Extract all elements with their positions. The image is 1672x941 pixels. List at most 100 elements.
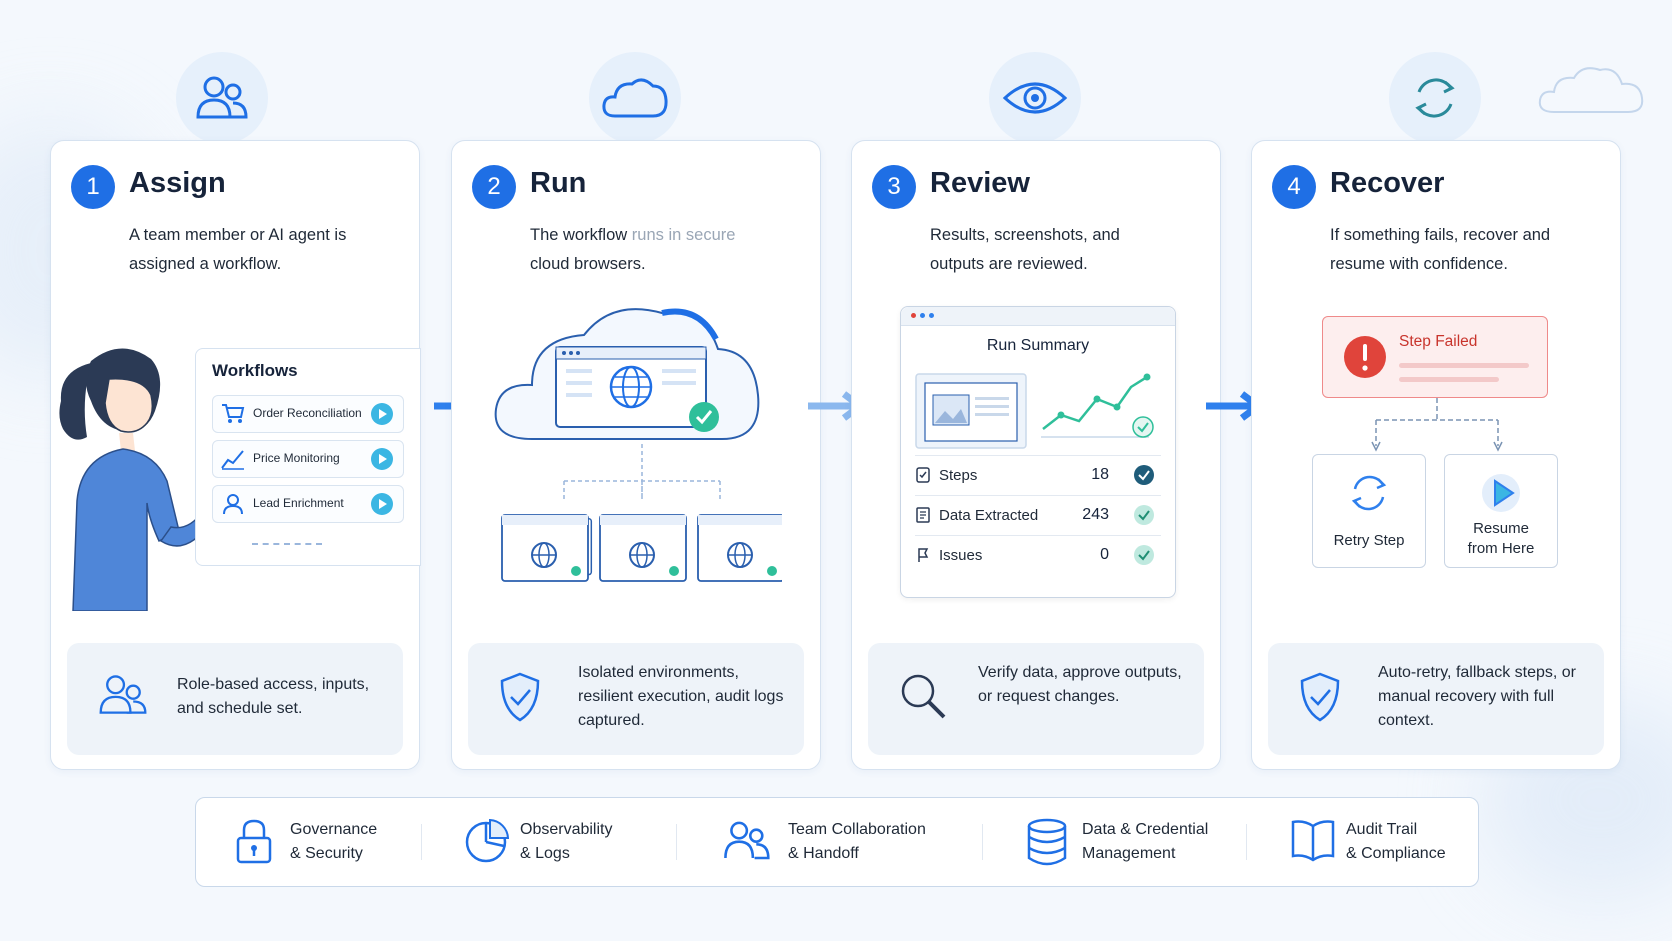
play-icon[interactable]: [371, 403, 393, 425]
step-title: Assign: [129, 167, 226, 199]
workflow-item-label: Lead Enrichment: [253, 496, 344, 510]
play-icon[interactable]: [371, 493, 393, 515]
users-icon: [724, 821, 770, 860]
step-number-badge: 2: [472, 165, 516, 209]
users-icon: [99, 675, 147, 714]
book-icon: [1291, 820, 1335, 862]
feature-label: Audit Trail & Compliance: [1346, 821, 1446, 862]
shield-check-icon: [500, 672, 540, 722]
step-description: A team member or AI agent is assigned a …: [129, 226, 347, 273]
workflows-panel: Workflows Order Reconciliation Price Mon…: [195, 348, 421, 566]
pie-chart-icon: [465, 818, 510, 863]
step-description: If something fails, recover and resume w…: [1330, 226, 1551, 273]
workflow-item-order-reconciliation[interactable]: Order Reconciliation: [212, 395, 404, 433]
step-footer: Role-based access, inputs, and schedule …: [67, 643, 403, 755]
lock-icon: [236, 819, 272, 864]
divider: [421, 824, 422, 860]
cloud-browser-illustration: [494, 308, 782, 582]
step-footer: Verify data, approve outputs, or request…: [868, 643, 1204, 755]
window-titlebar: [901, 307, 1175, 326]
step-footer-text: Isolated environments, resilient executi…: [578, 664, 784, 729]
trend-chart-icon: [1041, 373, 1154, 438]
step-3-header-icon: [989, 52, 1081, 144]
feature-bar: Governance & Security Observability & Logs…: [195, 797, 1479, 887]
step-1-header-icon: [176, 52, 268, 144]
branch-connector: [1371, 398, 1503, 452]
step-number-badge: 3: [872, 165, 916, 209]
checklist-icon: [916, 467, 930, 483]
step-description: The workflow runs in secure cloud browse…: [530, 226, 736, 273]
step-footer-text: Auto-retry, fallback steps, or manual re…: [1378, 664, 1576, 729]
feature-label: Team Collaboration & Handoff: [788, 821, 926, 862]
summary-row-value: 18: [1091, 466, 1109, 483]
step-card-review: 3 Review Results, screenshots, and outpu…: [851, 140, 1221, 770]
step-description: Results, screenshots, and outputs are re…: [930, 226, 1120, 273]
run-summary-title: Run Summary: [986, 337, 1090, 354]
placeholder-line: [1399, 363, 1529, 368]
cloud-icon: [602, 78, 668, 118]
summary-row-label: Issues: [939, 547, 983, 564]
retry-step-label: Retry Step: [1333, 532, 1405, 549]
resume-label: Resume from Here: [1467, 520, 1535, 557]
summary-row-value: 243: [1082, 506, 1109, 523]
document-icon: [916, 507, 930, 523]
step-4-header-icon: [1389, 52, 1481, 144]
database-icon: [1027, 818, 1067, 866]
cloud-icon: [1538, 67, 1644, 113]
retry-step-button[interactable]: Retry Step: [1312, 454, 1426, 568]
feature-label: Data & Credential Management: [1082, 821, 1209, 862]
workflow-item-label: Price Monitoring: [253, 451, 340, 465]
step-failed-label: Step Failed: [1399, 333, 1478, 350]
divider: [982, 824, 983, 860]
run-summary-window: Run Summary Steps 18 Data Extracted 243: [900, 306, 1176, 598]
placeholder-line: [1399, 377, 1499, 382]
screenshot-thumbnail: [915, 373, 1027, 449]
step-2-header-icon: [589, 52, 681, 144]
magnifier-icon: [901, 674, 946, 719]
summary-row-data-extracted: Data Extracted 243: [915, 495, 1161, 536]
error-icon: [1344, 336, 1386, 378]
divider: [1246, 824, 1247, 860]
summary-row-value: 0: [1100, 546, 1109, 563]
step-failed-alert: Step Failed: [1322, 316, 1548, 398]
shield-check-icon: [1300, 672, 1340, 722]
workflow-item-label: Order Reconciliation: [253, 406, 362, 420]
workflow-item-price-monitoring[interactable]: Price Monitoring: [212, 440, 404, 478]
step-title: Recover: [1330, 167, 1445, 199]
resume-from-here-button[interactable]: Resume from Here: [1444, 454, 1558, 568]
workflows-title: Workflows: [212, 361, 298, 380]
chart-line-icon: [221, 450, 244, 470]
workflow-item-lead-enrichment[interactable]: Lead Enrichment: [212, 485, 404, 523]
step-card-run: 2 Run The workflow runs in secure cloud …: [451, 140, 821, 770]
step-title: Run: [530, 167, 587, 199]
check-circle-icon: [1134, 465, 1154, 485]
eye-icon: [1002, 82, 1068, 114]
summary-row-steps: Steps 18: [915, 455, 1161, 496]
cart-icon: [222, 404, 245, 423]
step-footer: Auto-retry, fallback steps, or manual re…: [1268, 643, 1604, 755]
flag-icon: [918, 548, 929, 562]
step-title: Review: [930, 167, 1030, 199]
step-number-badge: 4: [1272, 165, 1316, 209]
step-footer: Isolated environments, resilient executi…: [468, 643, 804, 755]
user-icon: [223, 494, 243, 515]
check-circle-icon: [1134, 545, 1154, 565]
summary-row-label: Data Extracted: [939, 507, 1039, 524]
users-icon: [196, 76, 248, 119]
feature-label: Governance & Security: [290, 821, 378, 862]
divider: [676, 824, 677, 860]
step-footer-text: Role-based access, inputs, and schedule …: [177, 676, 370, 717]
play-icon: [1482, 474, 1520, 512]
refresh-icon: [1415, 78, 1455, 118]
step-number-badge: 1: [71, 165, 115, 209]
step-card-assign: 1 Assign A team member or AI agent is as…: [50, 140, 421, 770]
check-circle-icon: [1134, 505, 1154, 525]
retry-icon: [1351, 475, 1387, 511]
summary-row-label: Steps: [939, 467, 978, 484]
summary-row-issues: Issues 0: [915, 535, 1161, 576]
feature-label: Observability & Logs: [520, 821, 613, 862]
step-footer-text: Verify data, approve outputs, or request…: [978, 664, 1182, 705]
step-card-recover: 4 Recover If something fails, recover an…: [1251, 140, 1621, 770]
more-indicator: [252, 543, 322, 545]
play-icon[interactable]: [371, 448, 393, 470]
